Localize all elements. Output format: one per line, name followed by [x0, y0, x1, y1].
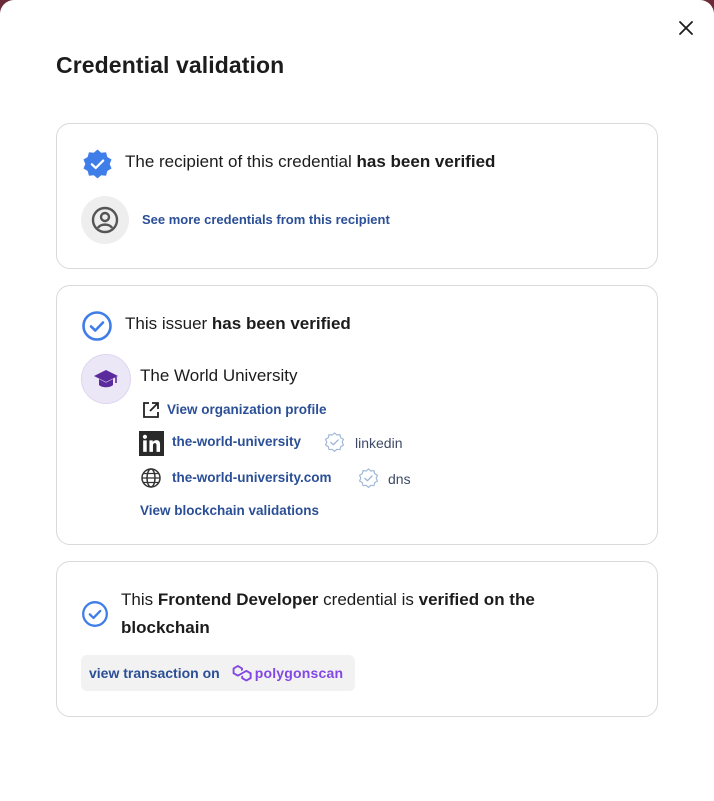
globe-icon [141, 468, 161, 488]
view-transaction-button[interactable]: view transaction on polygonscan [81, 655, 355, 691]
modal-title: Credential validation [56, 52, 285, 78]
graduation-cap-icon [94, 370, 118, 388]
recipient-verified-text: The recipient of this credential has bee… [125, 152, 496, 171]
recipient-avatar [81, 196, 129, 244]
organization-profile-link[interactable]: View organization profile [167, 402, 327, 417]
recipient-verification-card: The recipient of this credential has bee… [56, 123, 658, 269]
view-transaction-label: view transaction on [89, 665, 220, 681]
verified-badge-icon [83, 149, 112, 179]
issuer-verified-text: This issuer has been verified [125, 314, 351, 333]
verified-badge-outline-icon [358, 468, 379, 489]
check-circle-icon [82, 311, 112, 341]
check-circle-icon [82, 601, 108, 627]
linkedin-icon [139, 431, 164, 456]
dns-source-label: dns [388, 471, 411, 487]
close-icon [679, 21, 693, 35]
organization-name: The World University [140, 366, 298, 385]
blockchain-validations-link[interactable]: View blockchain validations [140, 503, 319, 518]
polygonscan-logo: polygonscan [232, 664, 344, 682]
polygon-icon [232, 664, 252, 681]
dns-domain-link[interactable]: the-world-university.com [172, 470, 332, 485]
recipient-credentials-link[interactable]: See more credentials from this recipient [142, 212, 390, 227]
issuer-verification-card: This issuer has been verified The World … [56, 285, 658, 545]
credential-verification-card: This Frontend Developer credential is ve… [56, 561, 658, 717]
linkedin-source-label: linkedin [355, 435, 403, 451]
university-logo [81, 354, 131, 404]
linkedin-handle-link[interactable]: the-world-university [172, 434, 301, 449]
verified-badge-outline-icon [324, 432, 345, 453]
credential-validation-modal: Credential validation The recipient of t… [0, 0, 714, 801]
close-button[interactable] [673, 15, 699, 41]
credential-verified-text: This Frontend Developer credential is ve… [121, 590, 535, 637]
external-link-icon [143, 402, 159, 418]
polygonscan-brand: polygonscan [254, 665, 344, 681]
user-circle-icon [91, 206, 119, 234]
